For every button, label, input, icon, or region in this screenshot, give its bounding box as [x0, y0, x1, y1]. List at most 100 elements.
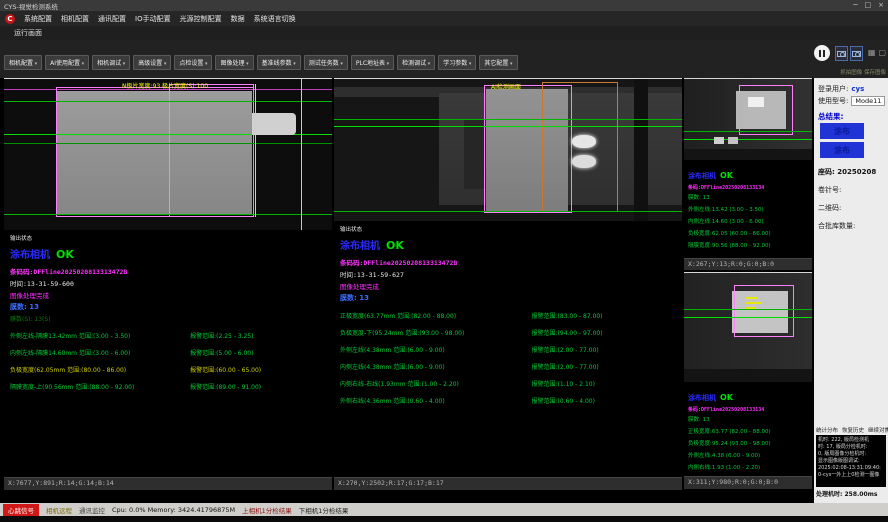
- preview-camera-view-2[interactable]: [684, 272, 812, 382]
- maximize-button[interactable]: □: [865, 1, 872, 10]
- result-title: 涂布相机: [688, 394, 716, 402]
- film-detail: 膜数(S): 13(S): [10, 314, 326, 323]
- stats-tab-focus[interactable]: 继续对焦: [868, 426, 888, 434]
- menu-item-camera-config[interactable]: 相机配置: [61, 14, 89, 24]
- toolbar-button-image-processing[interactable]: 图像处理: [215, 55, 253, 70]
- measurement-line: 膜数: 13: [688, 415, 808, 423]
- menu-item-comm-config[interactable]: 通讯配置: [98, 14, 126, 24]
- measurement-line: 外侧左线:13.42 (3.00 - 3.50): [688, 205, 808, 213]
- measurement-alarm-range: 报警范围:(89.00 - 91.00): [190, 382, 326, 391]
- roi-rect: [739, 85, 793, 135]
- stats-panel: 机时: 222, 版局检测机 时: 17, 版局分检机时: 0, 版局图像分检机…: [816, 435, 886, 487]
- model-value[interactable]: Mode11: [851, 96, 885, 106]
- bright-spot: [714, 137, 724, 144]
- app-window: CYS-视觉检测系统 ─ □ × C 系统配置 相机配置 通讯配置 IO手动配置…: [0, 0, 888, 522]
- measure-line: [334, 126, 682, 127]
- measurement-value: 外侧左线-隔膜13.42mm 范围:(3.00 - 3.50): [10, 331, 190, 340]
- toolbar-button-plc-address[interactable]: PLC地址表: [351, 55, 394, 70]
- menu-item-light-control[interactable]: 光源控制配置: [180, 14, 222, 24]
- left-result-box: 输出状态 涂布相机OK 条码码:DFFline2025020813313472B…: [4, 230, 332, 477]
- stats-tab-history[interactable]: 恢复历史: [842, 426, 864, 434]
- toolbar-button-test-tasks[interactable]: 测试任务数: [304, 55, 348, 70]
- camera-save-button[interactable]: [850, 46, 863, 61]
- toolbar-button-camera-debug[interactable]: 相机调试: [92, 55, 130, 70]
- heartbeat-indicator[interactable]: 心跳信号: [3, 504, 39, 516]
- right-preview-panel-1: 涂布相机OK 条码:DFFline20250208133134 膜数: 13 外…: [684, 78, 812, 270]
- toolbar-button-advanced-settings[interactable]: 高级设置: [133, 55, 171, 70]
- barcode-text: 条码:DFFline20250208133134: [688, 406, 808, 413]
- film-count: 膜数: 13: [340, 293, 676, 303]
- total-result-label: 总结果:: [818, 111, 844, 122]
- measure-line: [334, 119, 682, 120]
- measure-vline: [301, 79, 302, 230]
- result-title: 涂布相机: [688, 172, 716, 180]
- toolbar-button-camera-config[interactable]: 相机配置: [4, 55, 42, 70]
- right-preview-panel-2: 涂布相机OK 条码:DFFline20250208133134 膜数: 13 正…: [684, 272, 812, 489]
- measurement-value: 外侧右线(4.36mm 范围:(0.60 - 4.00): [340, 396, 532, 405]
- stats-tab-distribution[interactable]: 统计分布: [816, 426, 838, 434]
- cpu-memory-status: Cpu: 0.0% Memory: 3424.41796875M: [112, 506, 235, 514]
- batch-code-value: 20250208: [837, 168, 876, 176]
- left-camera-panel: N极片宽度:93 极片宽度(S):100 输出状态 涂布相机OK 条码码:DFF…: [4, 78, 332, 490]
- preview-result-box-1: 涂布相机OK 条码:DFFline20250208133134 膜数: 13 外…: [684, 160, 812, 258]
- measurement-alarm-range: 报警范围:(60.00 - 65.00): [190, 365, 326, 374]
- measure-line: [4, 214, 332, 215]
- measurement-line: 外侧左线:4.38 (6.00 - 9.00): [688, 451, 808, 459]
- menu-item-data[interactable]: 数据: [231, 14, 245, 24]
- measurement-alarm-range: 报警范围:(1.10 - 2.10): [532, 379, 676, 388]
- stats-line: 时: 17, 版局分检机时:: [818, 444, 884, 451]
- measure-line: [684, 131, 812, 132]
- bright-spot: [572, 155, 596, 168]
- measurement-alarm-range: 报警范围:(2.25 - 3.25): [190, 331, 326, 340]
- toolbar-button-ai-config[interactable]: AI使用配置: [45, 55, 89, 70]
- film-count: 膜数: 13: [10, 302, 326, 312]
- toolbar-button-detect-debug[interactable]: 检测调试: [397, 55, 435, 70]
- preview-pixel-status-1: X:267;Y:13;R:0;G:0;B:0: [684, 258, 812, 270]
- stats-line: 0, 版局图像分检机时:: [818, 451, 884, 458]
- toolbar-button-baseline-params[interactable]: 基准线参数: [257, 55, 301, 70]
- toolbar-button-other-config[interactable]: 其它配置: [479, 55, 517, 70]
- measure-line: [4, 143, 332, 144]
- measurement-row: 外侧左线(4.38mm 范围:(6.00 - 9.00)报警范围:(2.00 -…: [340, 345, 676, 354]
- tab-run-view[interactable]: 运行画面: [14, 28, 42, 38]
- measurement-alarm-range: 报警范围:(5.00 - 6.00): [190, 348, 326, 357]
- preview-camera-view-1[interactable]: [684, 78, 812, 160]
- close-button[interactable]: ×: [878, 1, 884, 10]
- dark-band: [684, 369, 812, 382]
- menu-bar: C 系统配置 相机配置 通讯配置 IO手动配置 光源控制配置 数据 系统语言切换: [0, 11, 888, 26]
- quick-note: 抓拍图像 保存图像: [840, 68, 886, 76]
- center-camera-view[interactable]: AI检测画面: [334, 78, 682, 221]
- comm-monitor-label: 通讯监控: [79, 505, 105, 515]
- login-user-label: 登录用户:: [818, 84, 848, 94]
- upper-camera-result-link[interactable]: 上相机1分检结果: [242, 505, 292, 515]
- measurement-value: 内侧右线-右线(1.93mm 范围:(1.00 - 2.20): [340, 379, 532, 388]
- window-icon[interactable]: ▢: [878, 48, 886, 58]
- toolbar-button-spot-check[interactable]: 点检设置: [174, 55, 212, 70]
- measurement-alarm-range: 报警范围:(94.00 - 97.00): [532, 328, 676, 337]
- info-sidebar: 登录用户: cys 使用型号: Mode11 总结果: 涂布 涂布 座码: 20…: [814, 78, 888, 503]
- menu-item-language[interactable]: 系统语言切换: [254, 14, 296, 24]
- center-camera-panel: AI检测画面 输出状态 涂布相机OK 条码码:DFFline2025020813…: [334, 78, 682, 490]
- menu-item-system-config[interactable]: 系统配置: [24, 14, 52, 24]
- measurement-row: 外侧右线(4.36mm 范围:(0.60 - 4.00)报警范围:(0.60 -…: [340, 396, 676, 405]
- lower-camera-result-link[interactable]: 下相机1分检结果: [299, 505, 349, 515]
- pause-button[interactable]: [814, 45, 830, 61]
- measurement-line: 内侧左线:14.60 (3.00 - 6.00): [688, 217, 808, 225]
- result-box-lower: 涂布: [820, 142, 864, 158]
- camera-capture-button[interactable]: [835, 46, 848, 61]
- roi-rect-inner: [169, 84, 254, 217]
- measurement-row: 负极宽度(62.05mm 范围:(80.00 - 86.00)报警范围:(60.…: [10, 365, 326, 374]
- grid-icon[interactable]: ▦: [868, 48, 876, 58]
- measurement-row: 正极宽度(63.77mm 范围:(82.00 - 88.00)报警范围:(83.…: [340, 311, 676, 320]
- stats-line: 2025:02:08-13:31:09:40:: [818, 465, 884, 472]
- result-title: 涂布相机: [10, 250, 50, 261]
- toolbar-button-learn-params[interactable]: 学习参数: [438, 55, 476, 70]
- left-camera-view[interactable]: N极片宽度:93 极片宽度(S):100: [4, 78, 332, 230]
- dark-band: [684, 149, 812, 160]
- menu-item-io-manual[interactable]: IO手动配置: [135, 14, 171, 24]
- result-status-ok: OK: [56, 248, 74, 261]
- measure-line: [4, 101, 332, 102]
- output-status-label: 输出状态: [10, 234, 326, 242]
- measure-line: [334, 211, 682, 212]
- minimize-button[interactable]: ─: [853, 1, 857, 10]
